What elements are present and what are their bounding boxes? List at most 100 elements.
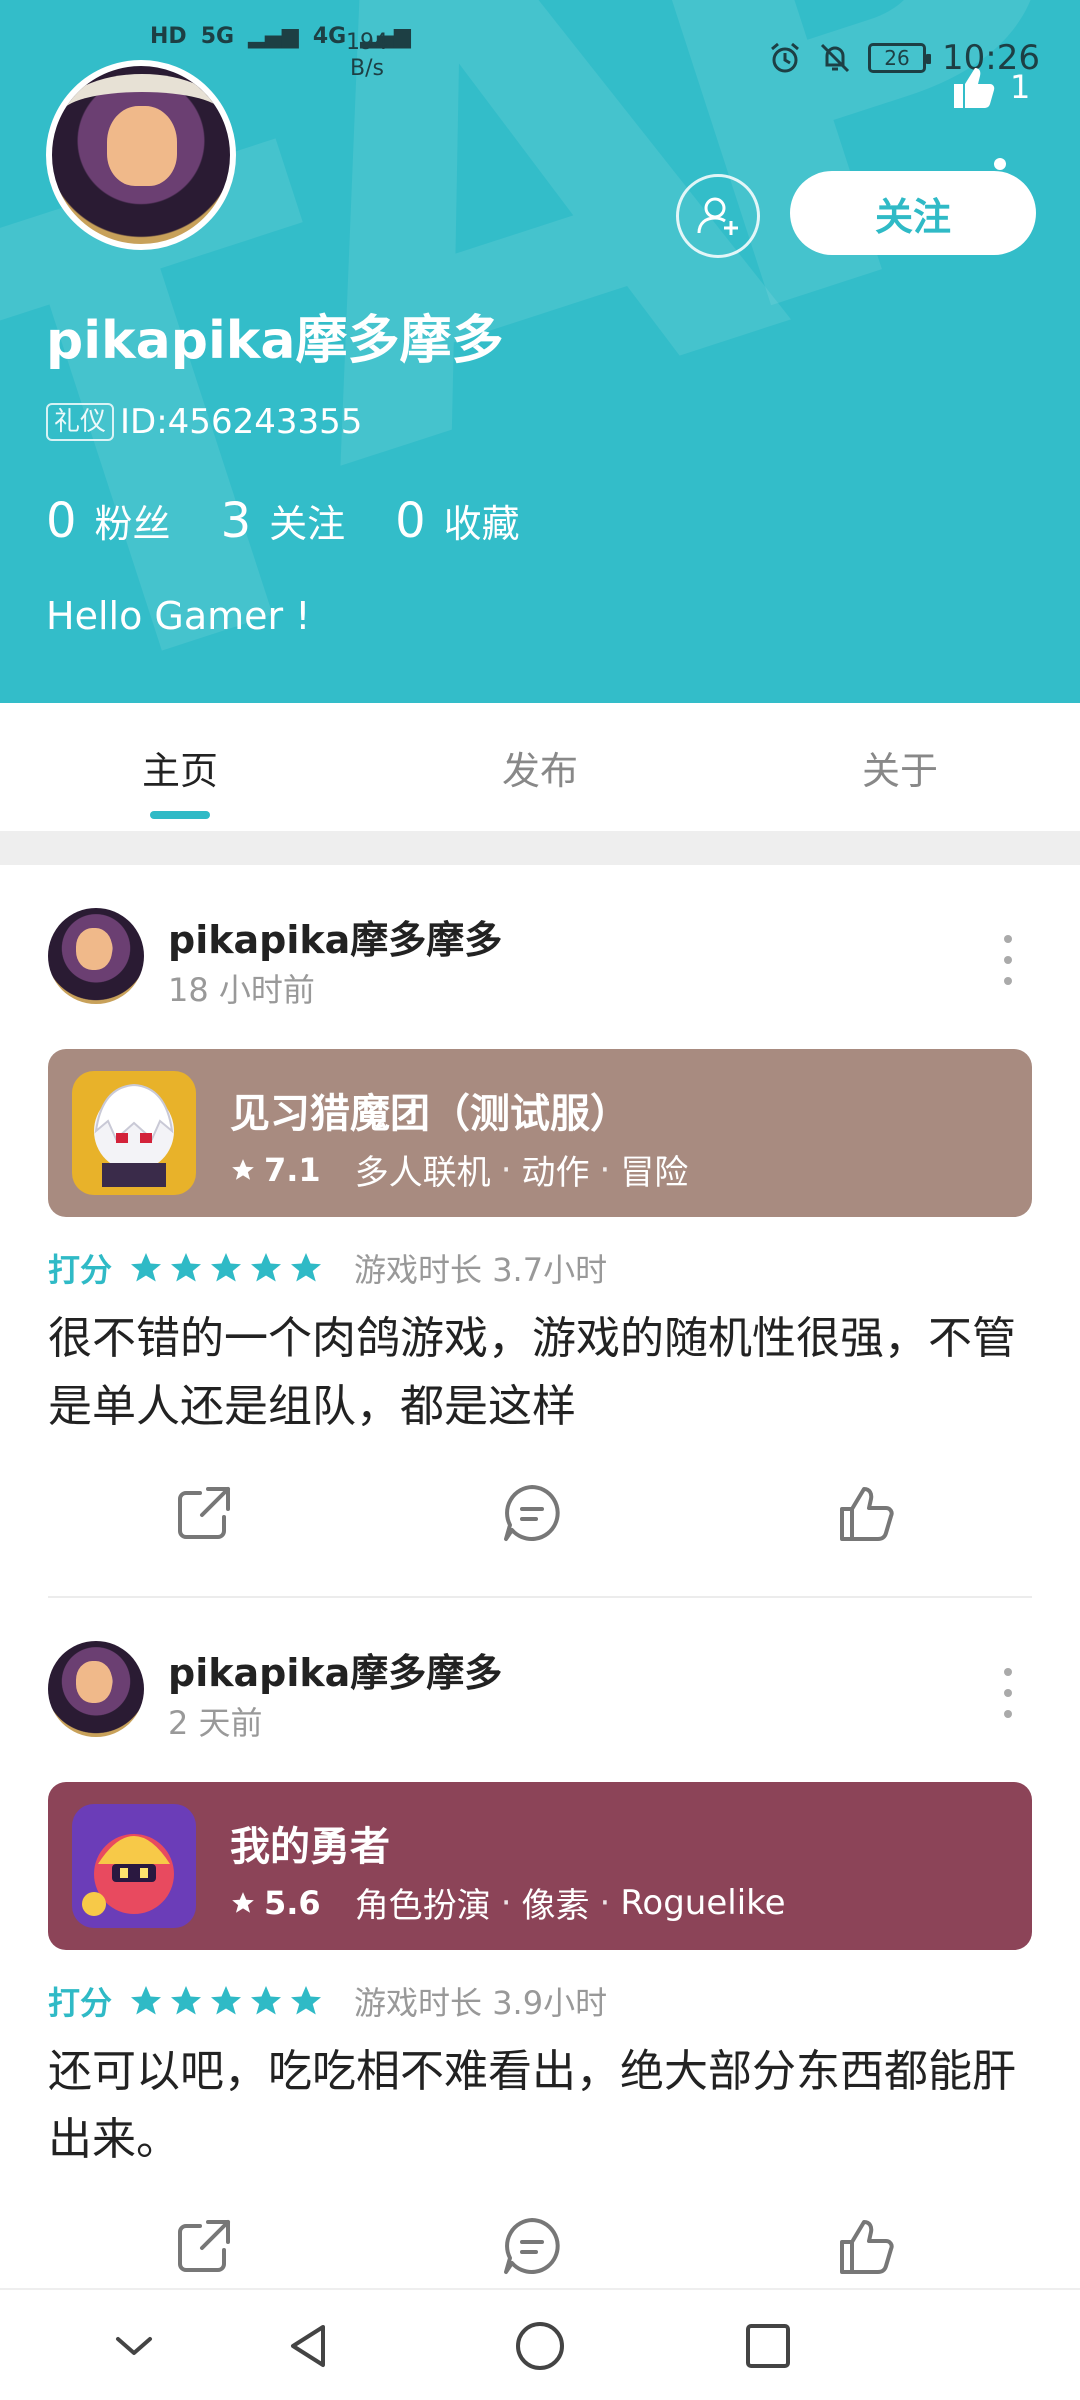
comment-button[interactable] [492,2206,572,2286]
system-nav-bar [0,2288,1080,2400]
rating-label: 打分 [48,1984,113,2022]
profile-tabs: 主页 发布 关于 [0,703,1080,831]
game-title: 我的勇者 [230,1824,390,1870]
profile-bio: Hello Gamer ! [46,594,311,638]
notification-dot [994,158,1006,170]
star-icon [291,1986,322,2015]
play-time: 游戏时长 3.7小时 [354,1251,608,1289]
game-tag: 角色扮演 [354,1886,491,1926]
4g-label: 4G [312,24,347,49]
like-icon [840,2220,894,2274]
game-score: 5.6 [230,1884,321,1922]
5g-label: 5G [200,24,235,49]
like-button[interactable] [826,2206,906,2286]
tab-about[interactable]: 关于 [720,703,1080,831]
collapse-button[interactable] [102,2314,166,2378]
star-icon [232,1158,254,1180]
like-button[interactable] [826,1473,906,1553]
share-icon [178,1487,230,1539]
rating-row: 打分 游戏时长 3.9小时 [48,1978,607,2024]
follow-button[interactable]: 关注 [790,171,1036,255]
author-avatar[interactable] [48,908,144,1004]
comment-icon [504,1485,560,1541]
post-divider [48,1596,1032,1598]
more-icon[interactable] [990,1668,1026,1718]
chevron-down-icon [116,2337,152,2355]
share-button[interactable] [164,1473,244,1553]
tag-separator: · [500,1882,512,1923]
thumb-up-icon [954,68,995,108]
share-button[interactable] [164,2206,244,2286]
game-title: 见习猎魔团（测试服） [230,1091,630,1137]
add-friend-icon [697,197,738,235]
game-icon [72,1071,196,1195]
star-icon [291,1253,322,1282]
game-card[interactable]: 我的勇者 5.6 角色扮演 · 像素 · Roguelike [48,1782,1032,1950]
profile-header: T A P HD 5G ▂▄▆ 4G ▂▄▆ 194 B/s 26 10:26 … [0,0,1080,703]
tag-separator: · [599,1149,611,1190]
recents-button[interactable] [736,2314,800,2378]
profile-id-row: 礼仪 ID:456243355 [46,402,362,442]
profile-stats: 0 粉丝 3 关注 0 收藏 [46,493,520,549]
star-icon [131,1986,162,2015]
comment-icon [504,2218,560,2274]
star-icon [251,1253,282,1282]
recents-icon [746,2324,790,2368]
hd-label: HD [150,24,187,49]
game-icon [72,1804,196,1928]
game-tag: 动作 [521,1153,590,1193]
post-actions [0,1473,1080,1573]
post-time: 18 小时前 [168,971,315,1009]
profile-like-counter[interactable]: 1 [948,62,1030,112]
star-icon [251,1986,282,2015]
more-icon[interactable] [990,935,1026,985]
profile-avatar[interactable] [46,60,236,250]
section-separator [0,831,1080,865]
mute-icon [820,43,850,73]
battery-indicator: 26 [868,43,932,73]
rating-row: 打分 游戏时长 3.7小时 [48,1245,607,1291]
tag-separator: · [500,1149,512,1190]
rating-stars [128,1250,324,1286]
star-icon [131,1253,162,1282]
tab-posts[interactable]: 发布 [360,703,720,831]
game-score: 7.1 [230,1151,321,1189]
game-tag: 像素 [521,1886,590,1926]
add-friend-button[interactable] [676,174,760,258]
author-name[interactable]: pikapika摩多摩多 [168,1642,502,1697]
stat-favorites[interactable]: 0 收藏 [395,493,520,549]
post-time: 2 天前 [168,1704,263,1742]
share-icon [178,2220,230,2272]
signal-icon: ▂▄▆ [248,24,299,49]
like-count: 1 [1010,68,1031,106]
like-icon [840,1487,894,1541]
etiquette-badge[interactable]: 礼仪 [46,403,115,441]
game-tag: Roguelike [620,1882,786,1923]
comment-button[interactable] [492,1473,572,1553]
network-speed: 194 B/s [346,30,388,81]
review-text[interactable]: 很不错的一个肉鸽游戏，游戏的随机性很强，不管是单人还是组队，都是这样 [48,1305,1038,1441]
stat-following[interactable]: 3 关注 [221,493,346,549]
game-meta: 5.6 角色扮演 · 像素 · Roguelike [230,1878,786,1927]
back-icon [291,2325,325,2367]
author-avatar[interactable] [48,1641,144,1737]
star-icon [171,1986,202,2015]
star-icon [232,1891,254,1913]
rating-stars [128,1983,324,2019]
alarm-icon [771,42,799,73]
profile-username: pikapika摩多摩多 [46,311,504,371]
game-card[interactable]: 见习猎魔团（测试服） 7.1 多人联机 · 动作 · 冒险 [48,1049,1032,1217]
home-button[interactable] [508,2314,572,2378]
tab-home[interactable]: 主页 [0,703,360,831]
back-button[interactable] [276,2314,340,2378]
rating-label: 打分 [48,1251,113,1289]
game-tag: 冒险 [620,1153,689,1193]
game-meta: 7.1 多人联机 · 动作 · 冒险 [230,1145,688,1194]
home-icon [516,2322,564,2370]
stat-fans[interactable]: 0 粉丝 [46,493,171,549]
star-icon [171,1253,202,1282]
play-time: 游戏时长 3.9小时 [354,1984,608,2022]
game-tag: 多人联机 [354,1153,491,1193]
author-name[interactable]: pikapika摩多摩多 [168,909,502,964]
review-text[interactable]: 还可以吧，吃吃相不难看出，绝大部分东西都能肝出来。 [48,2038,1038,2174]
